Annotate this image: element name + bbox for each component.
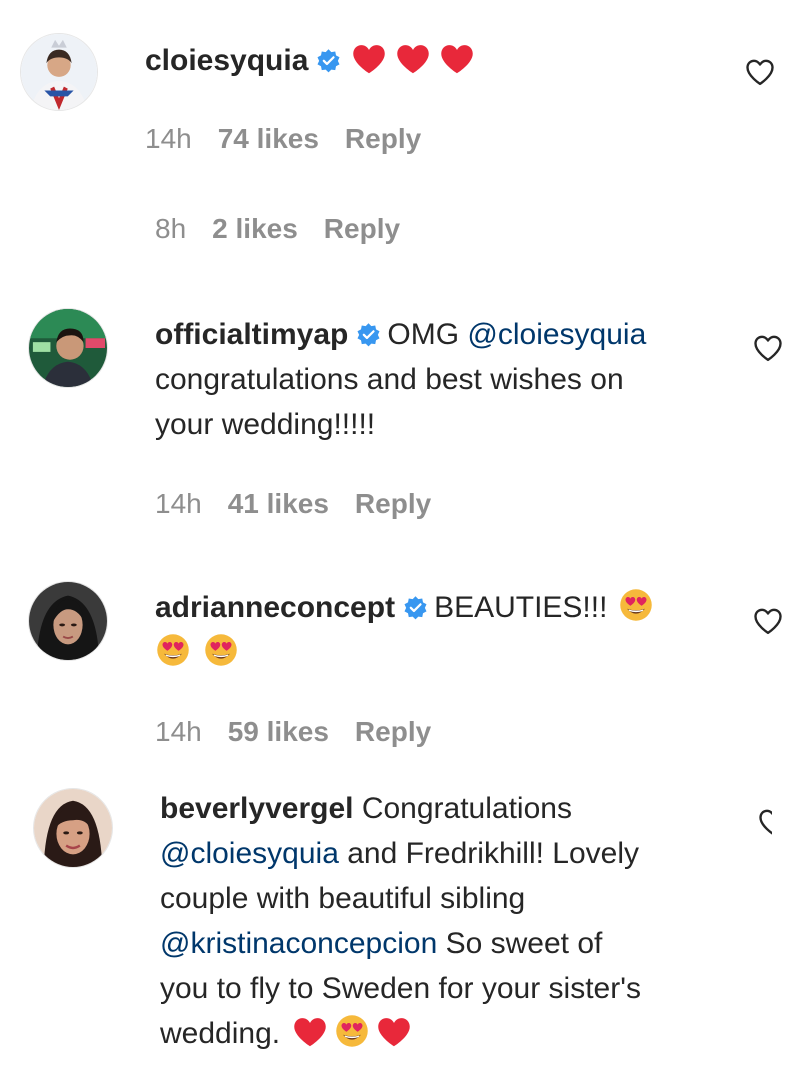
- comment-time[interactable]: 14h: [145, 123, 192, 154]
- red-heart-emoji: [292, 1016, 328, 1048]
- verified-badge-icon: [316, 48, 341, 73]
- comment-text: BEAUTIES!!!: [434, 591, 608, 624]
- heart-eyes-emoji: [618, 587, 654, 623]
- avatar-image: [34, 789, 112, 867]
- mention-link[interactable]: @kristinaconcepcion: [160, 927, 437, 960]
- comment-officialtimyap: officialtimyap OMG @cloiesyquia congratula…: [0, 300, 800, 540]
- comment-meta: 8h 2 likes Reply: [155, 213, 426, 245]
- comment-text: Congratulations: [361, 792, 572, 825]
- verified-badge-icon: [403, 595, 428, 620]
- avatar[interactable]: [20, 33, 98, 111]
- comment-text: OMG: [387, 318, 460, 351]
- heart-eyes-emoji: [334, 1013, 370, 1049]
- username[interactable]: adrianneconcept: [155, 591, 395, 624]
- verified-badge-icon: [356, 322, 381, 347]
- likes-count[interactable]: 41 likes: [228, 488, 329, 519]
- comment-text: couple with beautiful sibling: [160, 882, 526, 915]
- heart-outline-icon[interactable]: [745, 58, 775, 86]
- likes-count[interactable]: 74 likes: [218, 123, 319, 154]
- reply-button[interactable]: Reply: [355, 716, 431, 747]
- red-heart-emoji: [439, 43, 475, 75]
- username[interactable]: beverlyvergel: [160, 792, 353, 825]
- comment-meta: 14h 74 likes Reply: [145, 123, 447, 155]
- avatar[interactable]: [28, 581, 108, 661]
- username[interactable]: cloiesyquia: [145, 44, 308, 77]
- heart-outline-icon[interactable]: [758, 808, 772, 836]
- comment-text: you to fly to Sweden for your sister's: [160, 972, 641, 1005]
- heart-eyes-emoji: [203, 632, 239, 668]
- comment-text: your wedding!!!!!: [155, 408, 376, 441]
- comment-body: beverlyvergel Congratulations @cloiesyqui…: [160, 786, 740, 1056]
- red-heart-emoji: [376, 1016, 412, 1048]
- reply-button[interactable]: Reply: [345, 123, 421, 154]
- avatar[interactable]: [28, 308, 108, 388]
- comment-meta: 14h 41 likes Reply: [155, 488, 457, 520]
- avatar-image: [29, 309, 107, 387]
- comment-adrianneconcept: adrianneconcept BEAUTIES!!! 14h 59 likes Re…: [0, 575, 800, 765]
- avatar-image: [29, 582, 107, 660]
- comment-meta: 14h 59 likes Reply: [155, 716, 457, 748]
- heart-outline-icon[interactable]: [753, 607, 783, 635]
- comment-cloiesyquia: cloiesyquia 14h 74 likes Reply: [0, 0, 800, 170]
- mention-link[interactable]: @cloiesyquia: [160, 837, 339, 870]
- likes-count[interactable]: 59 likes: [228, 716, 329, 747]
- reply-button[interactable]: Reply: [324, 213, 400, 244]
- comment-text: and Fredrikhill! Lovely: [347, 837, 640, 870]
- comment-beverlyvergel: beverlyvergel Congratulations @cloiesyqui…: [0, 780, 800, 1091]
- avatar-image: [21, 34, 97, 110]
- likes-count[interactable]: 2 likes: [212, 213, 298, 244]
- red-heart-emoji: [351, 43, 387, 75]
- avatar[interactable]: [33, 788, 113, 868]
- comment-text: congratulations and best wishes on: [155, 363, 624, 396]
- red-heart-emoji: [395, 43, 431, 75]
- username[interactable]: officialtimyap: [155, 318, 348, 351]
- comment-body: officialtimyap OMG @cloiesyquia congratula…: [155, 312, 735, 447]
- mention-link[interactable]: @cloiesyquia: [467, 318, 646, 351]
- comment-time[interactable]: 14h: [155, 488, 202, 519]
- comment-time[interactable]: 14h: [155, 716, 202, 747]
- comment-body: adrianneconcept BEAUTIES!!!: [155, 585, 735, 675]
- comment-text: So sweet of: [445, 927, 603, 960]
- heart-eyes-emoji: [155, 632, 191, 668]
- comment-text: wedding.: [160, 1017, 281, 1050]
- reply-button[interactable]: Reply: [355, 488, 431, 519]
- comment-body: cloiesyquia: [145, 38, 479, 83]
- heart-outline-icon[interactable]: [753, 334, 783, 362]
- comment-time[interactable]: 8h: [155, 213, 186, 244]
